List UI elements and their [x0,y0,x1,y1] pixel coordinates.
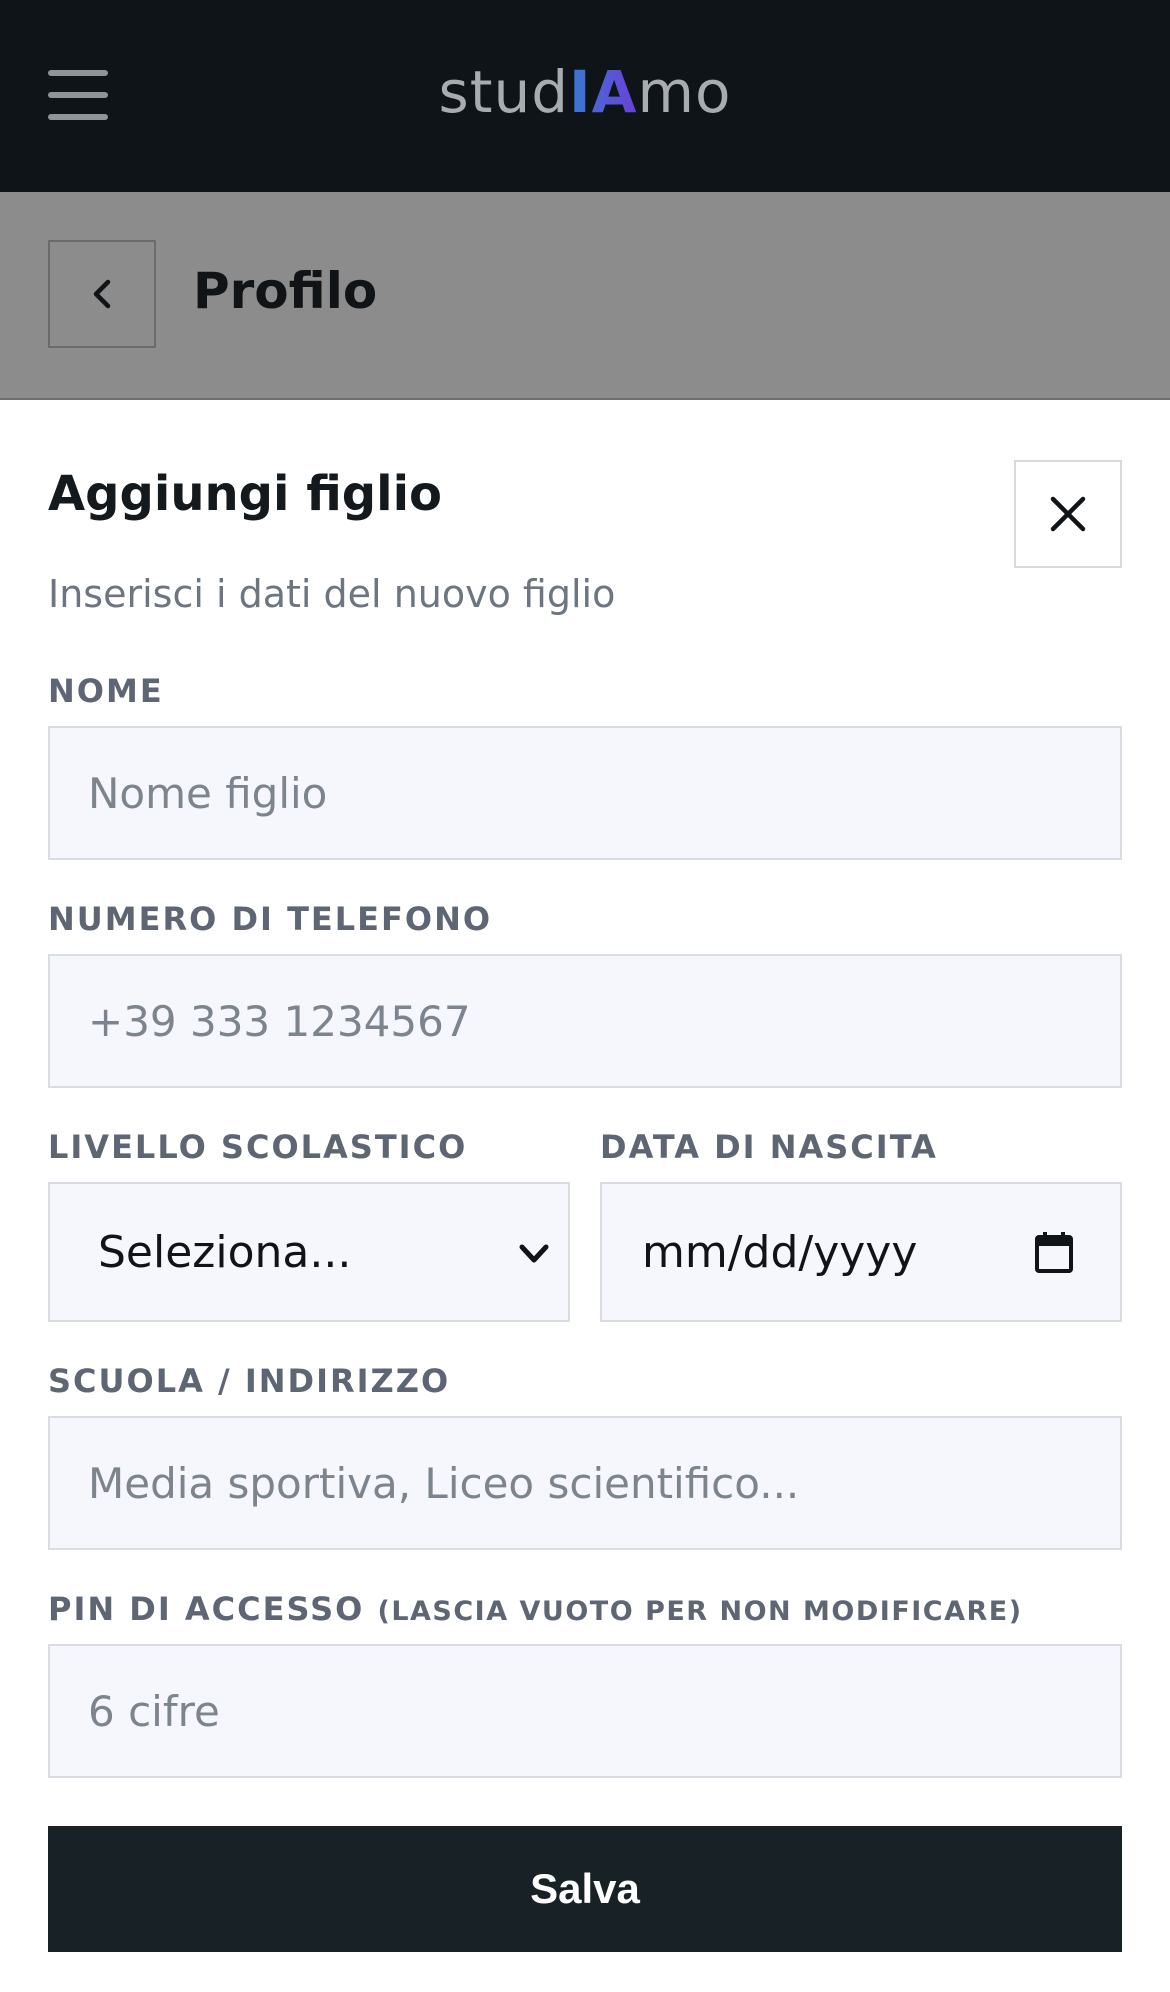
school-level-selected: Seleziona... [98,1226,352,1278]
pin-label-note: (LASCIA VUOTO PER NON MODIFICARE) [377,1596,1023,1627]
sheet-title: Aggiungi figlio [48,466,443,522]
chevron-down-icon [519,1244,549,1263]
pin-label-text: PIN DI ACCESSO [48,1590,365,1628]
name-label: NOME [48,672,164,710]
pin-input[interactable] [48,1644,1122,1778]
school-level-select[interactable]: Seleziona... [48,1182,570,1322]
close-button[interactable] [1014,460,1122,568]
phone-input[interactable] [48,954,1122,1088]
school-input[interactable] [48,1416,1122,1550]
calendar-icon[interactable] [1034,1230,1074,1274]
page-title: Profilo [193,262,378,320]
logo-highlight: IA [569,58,638,126]
save-button[interactable]: Salva [48,1826,1122,1952]
app-logo[interactable]: studIAmo [0,58,1170,126]
app-top-bar: studIAmo [0,0,1170,192]
phone-label: NUMERO DI TELEFONO [48,900,493,938]
pin-label: PIN DI ACCESSO (LASCIA VUOTO PER NON MOD… [48,1590,1023,1628]
chevron-left-icon [93,279,111,309]
sheet-subtitle: Inserisci i dati del nuovo figlio [48,572,616,616]
add-child-sheet: Aggiungi figlio Inserisci i dati del nuo… [0,398,1170,1992]
logo-prefix: stud [438,58,570,126]
birthdate-placeholder: mm/dd/yyyy [642,1226,918,1278]
birthdate-input[interactable]: mm/dd/yyyy [600,1182,1122,1322]
school-label: SCUOLA / INDIRIZZO [48,1362,451,1400]
school-level-label: LIVELLO SCOLASTICO [48,1128,468,1166]
birthdate-label: DATA DI NASCITA [600,1128,938,1166]
close-icon [1050,496,1086,532]
page-header: Profilo [0,192,1170,398]
child-name-input[interactable] [48,726,1122,860]
back-button[interactable] [48,240,156,348]
logo-suffix: mo [637,58,732,126]
